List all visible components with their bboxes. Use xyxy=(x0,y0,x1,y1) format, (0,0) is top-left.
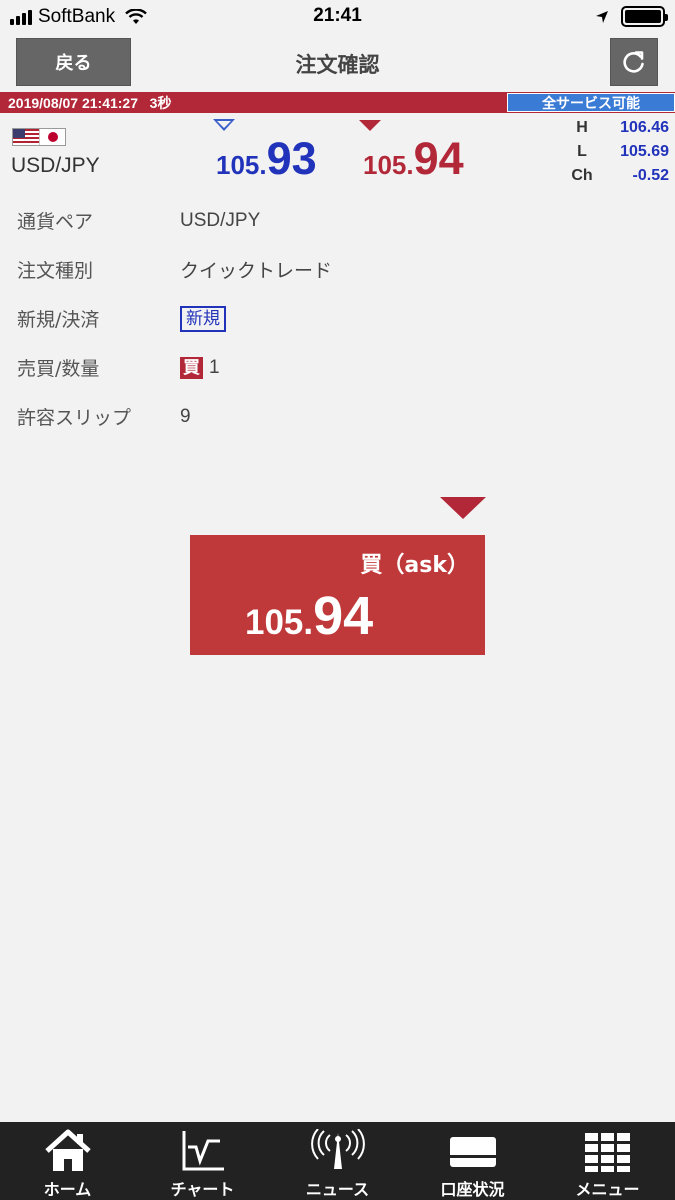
pair-value: USD/JPY xyxy=(180,209,261,231)
us-flag-icon xyxy=(13,129,39,145)
bid-price-main: 93 xyxy=(266,133,317,184)
high-value: 106.46 xyxy=(620,119,669,136)
high-row: H 106.46 xyxy=(569,116,669,140)
high-label: H xyxy=(576,119,588,136)
update-interval: 3秒 xyxy=(149,95,172,111)
page-title: 注文確認 xyxy=(295,53,380,77)
tab-menu-label: メニュー xyxy=(575,1180,640,1199)
buy-price-prefix: 105. xyxy=(245,603,314,642)
account-icon xyxy=(449,1137,496,1167)
tab-account[interactable]: 口座状況 xyxy=(405,1122,540,1200)
slippage-label: 許容スリップ xyxy=(17,407,132,429)
tab-account-label: 口座状況 xyxy=(440,1180,505,1199)
detail-row-new-close: 新規/決済 新規 xyxy=(17,294,657,343)
detail-row-order-type: 注文種別 クイックトレード xyxy=(17,245,657,294)
slippage-value: 9 xyxy=(180,405,191,427)
high-low-table: H 106.46 L 105.69 Ch -0.52 xyxy=(569,116,669,188)
ask-price-main: 94 xyxy=(413,133,464,184)
pair-label: 通貨ペア xyxy=(17,211,94,233)
refresh-icon xyxy=(623,51,644,73)
buy-button-label: 買（ask） xyxy=(360,553,469,578)
currency-pair: USD/JPY xyxy=(11,154,100,177)
bid-price: 105.93 xyxy=(216,133,317,185)
order-details: 通貨ペア USD/JPY 注文種別 クイックトレード 新規/決済 新規 売買/数… xyxy=(17,196,657,441)
location-arrow-icon xyxy=(596,10,608,23)
side-qty-label: 売買/数量 xyxy=(17,358,100,380)
home-icon xyxy=(44,1129,91,1171)
tab-chart[interactable]: チャート xyxy=(135,1122,270,1200)
detail-row-side-qty: 売買/数量 買 1 xyxy=(17,343,657,392)
tab-menu[interactable]: メニュー xyxy=(540,1122,675,1200)
tab-news[interactable]: ニュース xyxy=(270,1122,405,1200)
order-type-value: クイックトレード xyxy=(180,261,333,282)
quantity-value: 1 xyxy=(209,356,220,378)
ask-triangle-icon xyxy=(359,120,381,131)
new-close-label: 新規/決済 xyxy=(17,309,100,331)
tab-home-label: ホーム xyxy=(43,1180,92,1199)
menu-icon xyxy=(584,1133,630,1172)
status-bar: SoftBank 21:41 xyxy=(0,0,675,34)
info-bar: 2019/08/07 21:41:27 3秒 全サービス可能 xyxy=(0,92,675,113)
header: 戻る 注文確認 xyxy=(0,36,675,90)
low-row: L 105.69 xyxy=(569,140,669,164)
status-time: 21:41 xyxy=(313,5,362,26)
buy-badge: 買 xyxy=(180,356,203,379)
chart-icon xyxy=(182,1131,224,1171)
bid-triangle-icon xyxy=(213,119,235,131)
bid-price-prefix: 105. xyxy=(216,150,267,180)
battery-icon xyxy=(621,6,668,27)
buy-triangle-icon xyxy=(440,497,486,519)
tab-news-label: ニュース xyxy=(305,1180,370,1199)
order-type-label: 注文種別 xyxy=(17,260,94,282)
refresh-button[interactable] xyxy=(610,38,658,86)
tab-bar: ホーム チャート ニュース 口座状況 メニュー xyxy=(0,1122,675,1200)
low-label: L xyxy=(577,143,587,160)
service-status-badge: 全サービス可能 xyxy=(507,93,675,112)
detail-row-pair: 通貨ペア USD/JPY xyxy=(17,196,657,245)
jp-flag-icon xyxy=(38,129,65,145)
tab-home[interactable]: ホーム xyxy=(0,1122,135,1200)
change-row: Ch -0.52 xyxy=(569,164,669,188)
tab-chart-label: チャート xyxy=(170,1180,235,1199)
change-label: Ch xyxy=(571,167,593,184)
buy-button-price: 105.94 xyxy=(245,585,373,647)
update-datetime: 2019/08/07 21:41:27 3秒 xyxy=(8,93,171,113)
change-value: -0.52 xyxy=(632,167,669,184)
datetime-text: 2019/08/07 21:41:27 xyxy=(8,95,138,111)
detail-row-slippage: 許容スリップ 9 xyxy=(17,392,657,441)
buy-price-main: 94 xyxy=(313,586,374,646)
buy-ask-button[interactable]: 買（ask） 105.94 xyxy=(190,535,485,655)
ask-price: 105.94 xyxy=(363,133,464,185)
ask-price-prefix: 105. xyxy=(363,150,414,180)
currency-flags xyxy=(12,128,66,146)
new-badge: 新規 xyxy=(180,305,226,332)
news-icon xyxy=(310,1129,365,1169)
low-value: 105.69 xyxy=(620,143,669,160)
